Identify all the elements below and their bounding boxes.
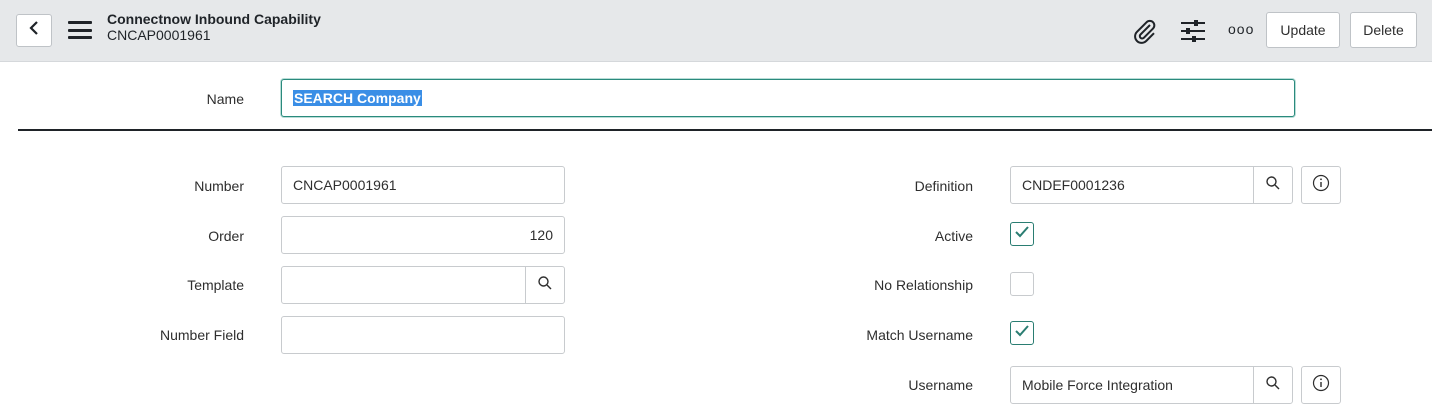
definition-label: Definition [914, 178, 973, 194]
number-field-input[interactable] [281, 316, 565, 354]
no-relationship-label: No Relationship [874, 277, 973, 293]
update-button[interactable]: Update [1266, 12, 1340, 48]
active-checkbox[interactable] [1010, 222, 1034, 246]
match-username-label: Match Username [866, 327, 973, 343]
info-icon [1312, 174, 1330, 197]
section-divider [18, 129, 1432, 131]
order-label: Order [208, 228, 244, 244]
active-label: Active [934, 228, 973, 244]
name-value: SEARCH Company [293, 90, 422, 106]
search-icon [1265, 175, 1281, 196]
form-header: Connectnow Inbound Capability CNCAP00019… [0, 0, 1432, 62]
definition-input[interactable]: CNDEF0001236 [1010, 166, 1254, 204]
number-label: Number [194, 178, 244, 194]
form-title: Connectnow Inbound Capability [107, 11, 321, 27]
sliders-icon[interactable] [1180, 19, 1206, 43]
info-icon [1312, 374, 1330, 397]
hamburger-icon[interactable] [68, 21, 92, 39]
template-lookup-button[interactable] [525, 266, 565, 304]
username-label: Username [908, 377, 973, 393]
delete-button[interactable]: Delete [1350, 12, 1417, 48]
form-title-block: Connectnow Inbound Capability CNCAP00019… [107, 11, 321, 43]
definition-lookup-button[interactable] [1253, 166, 1293, 204]
match-username-checkbox[interactable] [1010, 321, 1034, 345]
template-input[interactable] [281, 266, 526, 304]
name-input[interactable]: SEARCH Company [281, 79, 1295, 117]
search-icon [537, 275, 553, 296]
order-input[interactable]: 120 [281, 216, 565, 254]
no-relationship-checkbox[interactable] [1010, 272, 1034, 296]
paperclip-icon[interactable] [1131, 18, 1157, 44]
definition-info-button[interactable] [1301, 166, 1341, 204]
chevron-left-icon [28, 20, 40, 41]
username-info-button[interactable] [1301, 366, 1341, 404]
search-icon [1265, 375, 1281, 396]
name-label: Name [206, 91, 244, 107]
number-field-label: Number Field [159, 327, 244, 343]
record-number: CNCAP0001961 [107, 27, 211, 43]
back-button[interactable] [16, 14, 52, 47]
username-lookup-button[interactable] [1253, 366, 1293, 404]
checkmark-icon [1014, 324, 1030, 343]
checkmark-icon [1014, 225, 1030, 244]
template-label: Template [187, 277, 244, 293]
number-input[interactable]: CNCAP0001961 [281, 166, 565, 204]
username-input[interactable]: Mobile Force Integration [1010, 366, 1254, 404]
ellipsis-icon[interactable]: ooo [1228, 21, 1254, 37]
